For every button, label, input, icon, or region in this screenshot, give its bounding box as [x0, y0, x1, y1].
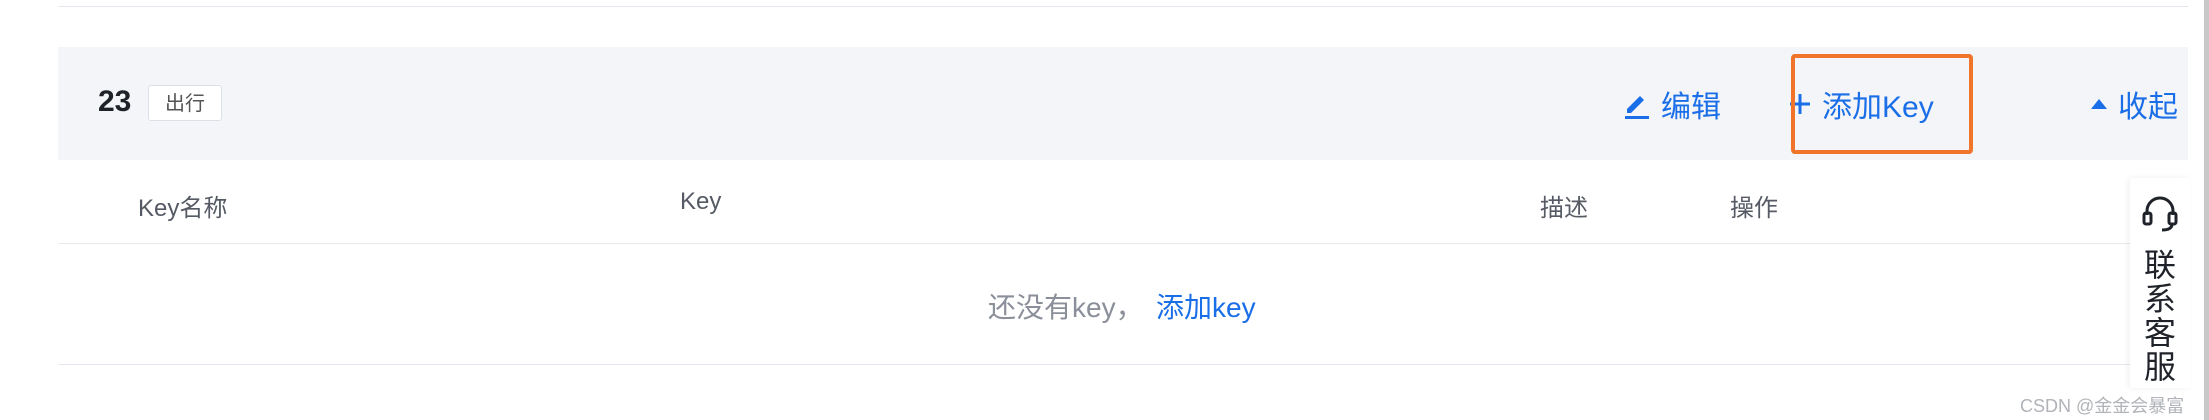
contact-support-label: 联系客服 — [2144, 247, 2177, 385]
collapse-label: 收起 — [2118, 91, 2178, 124]
headset-icon — [2140, 193, 2180, 238]
column-header-key-name: Key名称 — [138, 195, 228, 222]
top-divider — [58, 6, 2188, 7]
add-key-link[interactable]: 添加key — [1156, 286, 1256, 326]
empty-state-row: 还没有key， 添加key — [58, 244, 2188, 365]
collapse-button[interactable]: 收起 — [2090, 79, 2178, 129]
key-table-header: Key名称 Key 描述 操作 — [58, 160, 2188, 244]
empty-state-text: 还没有key， — [988, 292, 1144, 323]
edit-label: 编辑 — [1661, 91, 1721, 124]
contact-support-tab[interactable]: 联系客服 — [2130, 178, 2190, 388]
add-key-highlight-box — [1791, 54, 1973, 154]
scrollbar[interactable] — [2204, 0, 2209, 420]
column-header-actions: 操作 — [1730, 195, 1778, 222]
column-header-description: 描述 — [1540, 195, 1588, 222]
caret-up-icon — [2090, 97, 2108, 111]
edit-button[interactable]: 编辑 — [1623, 79, 1721, 129]
pencil-icon — [1623, 89, 1651, 119]
app-type-badge: 出行 — [148, 85, 222, 121]
watermark: CSDN @金金会暴富 — [2020, 396, 2185, 416]
app-name: 23 — [98, 85, 132, 118]
column-header-key: Key — [680, 188, 722, 215]
